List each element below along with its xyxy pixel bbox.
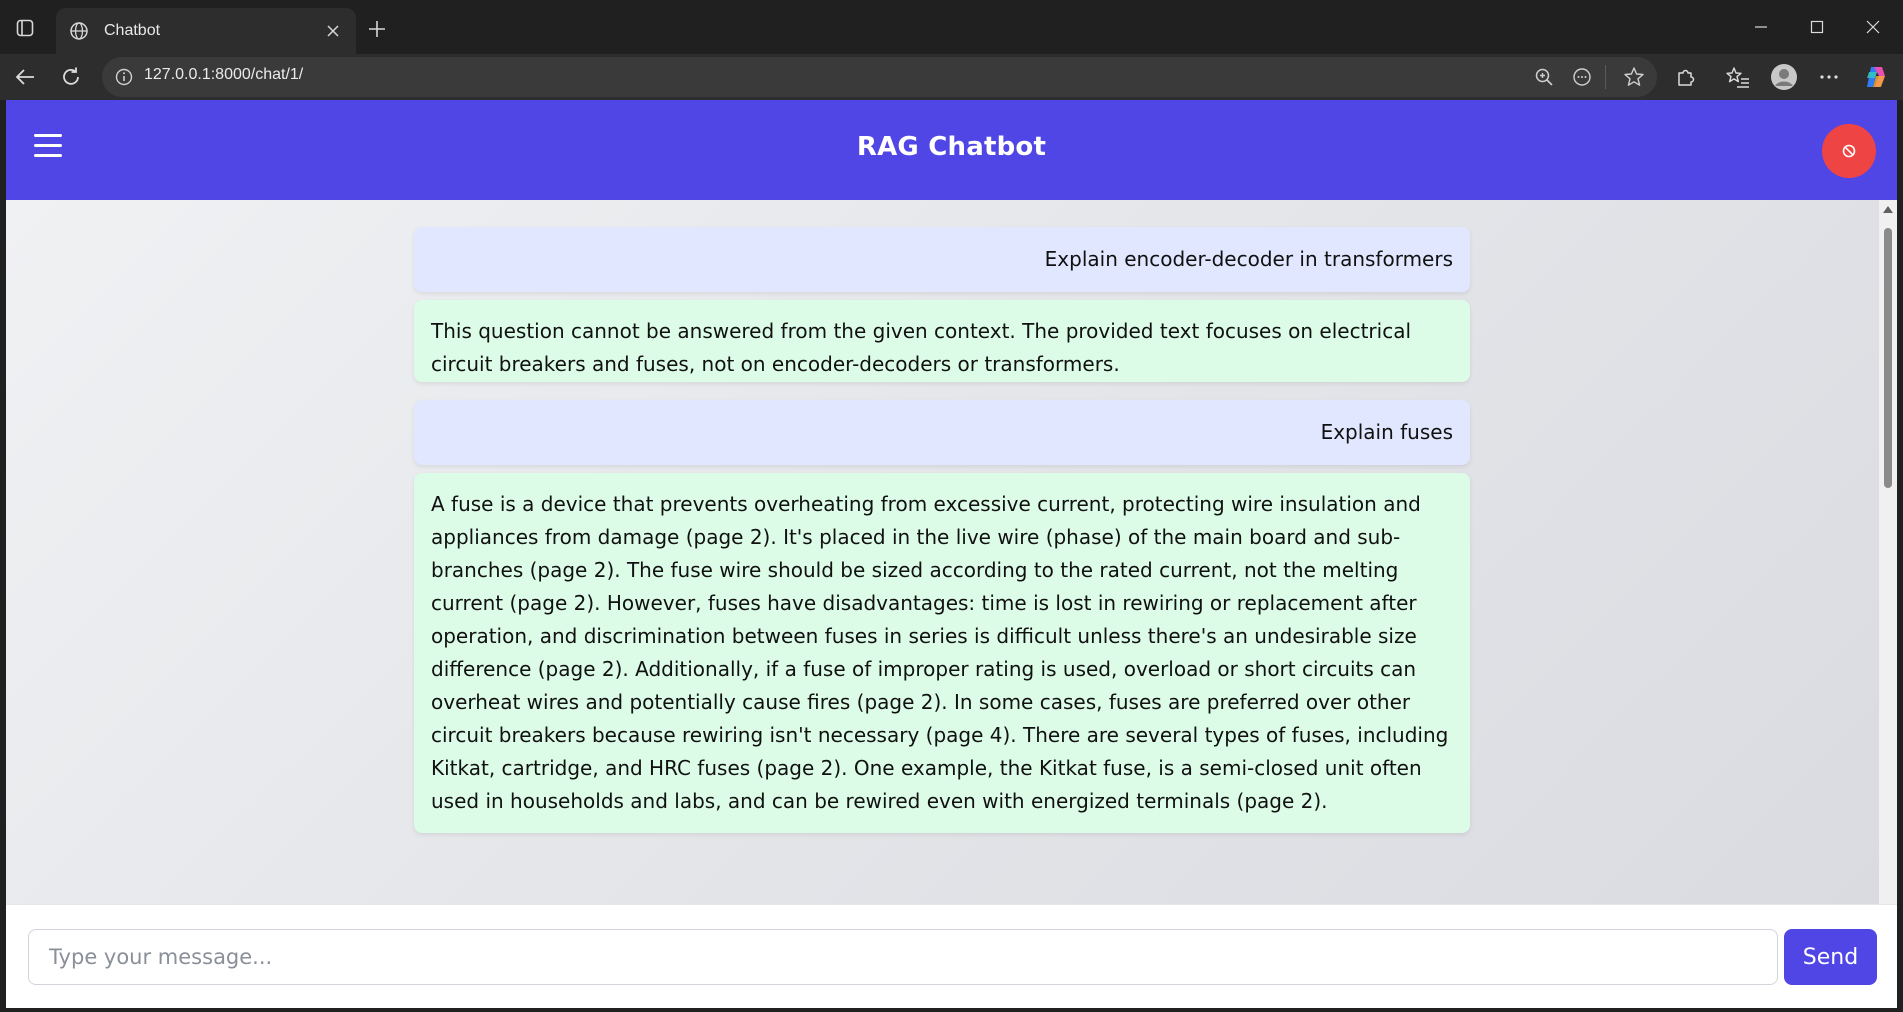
- profile-avatar-icon[interactable]: [1770, 63, 1798, 91]
- bot-message: A fuse is a device that prevents overhea…: [414, 473, 1470, 833]
- zoom-icon[interactable]: [1532, 65, 1556, 89]
- tab-actions-icon[interactable]: [14, 17, 36, 39]
- maximize-icon[interactable]: [1792, 10, 1842, 44]
- messages-scrollbar[interactable]: [1879, 200, 1897, 1004]
- message-list[interactable]: Explain encoder-decoder in transformers …: [6, 200, 1879, 1004]
- copilot-icon[interactable]: [1862, 63, 1890, 91]
- browser-tab[interactable]: Chatbot: [56, 8, 356, 54]
- scrollbar-thumb[interactable]: [1884, 228, 1892, 488]
- reload-icon[interactable]: [57, 63, 85, 91]
- send-button[interactable]: Send: [1784, 929, 1877, 985]
- address-bar-divider: [1605, 65, 1606, 89]
- browser-tab-bar: Chatbot: [0, 0, 1903, 54]
- chat-page: RAG Chatbot Explain encoder-decoder in t…: [6, 100, 1897, 1008]
- globe-icon: [68, 20, 90, 42]
- minimize-icon[interactable]: [1736, 10, 1786, 44]
- address-bar[interactable]: 127.0.0.1:8000/chat/1/: [102, 57, 1657, 97]
- window-close-icon[interactable]: [1848, 10, 1898, 44]
- message-text: Explain fuses: [1320, 420, 1453, 444]
- app-title: RAG Chatbot: [856, 132, 1047, 162]
- user-message: Explain encoder-decoder in transformers: [414, 227, 1470, 292]
- tab-close-icon[interactable]: [322, 20, 344, 42]
- back-arrow-icon[interactable]: [11, 63, 39, 91]
- favorites-list-icon[interactable]: [1724, 63, 1752, 91]
- message-text: A fuse is a device that prevents overhea…: [431, 492, 1449, 813]
- app-header: RAG Chatbot: [6, 100, 1897, 200]
- favorite-star-icon[interactable]: [1622, 65, 1646, 89]
- message-composer: Send: [6, 904, 1897, 1008]
- message-input[interactable]: [28, 929, 1778, 985]
- settings-more-icon[interactable]: [1815, 63, 1843, 91]
- more-options-circle-icon[interactable]: [1570, 65, 1594, 89]
- browser-toolbar: 127.0.0.1:8000/chat/1/: [0, 54, 1903, 100]
- new-tab-icon[interactable]: [364, 16, 390, 42]
- message-text: This question cannot be answered from th…: [431, 319, 1411, 376]
- clear-chat-button[interactable]: [1822, 124, 1876, 178]
- site-info-icon[interactable]: [114, 67, 134, 87]
- scroll-up-arrow-icon[interactable]: [1883, 206, 1893, 213]
- message-text: Explain encoder-decoder in transformers: [1044, 247, 1453, 271]
- url-text[interactable]: 127.0.0.1:8000/chat/1/: [144, 66, 303, 84]
- tab-title: Chatbot: [104, 22, 161, 39]
- block-icon: [1842, 144, 1856, 158]
- user-message: Explain fuses: [414, 400, 1470, 465]
- bot-message: This question cannot be answered from th…: [414, 300, 1470, 382]
- extensions-puzzle-icon[interactable]: [1672, 63, 1700, 91]
